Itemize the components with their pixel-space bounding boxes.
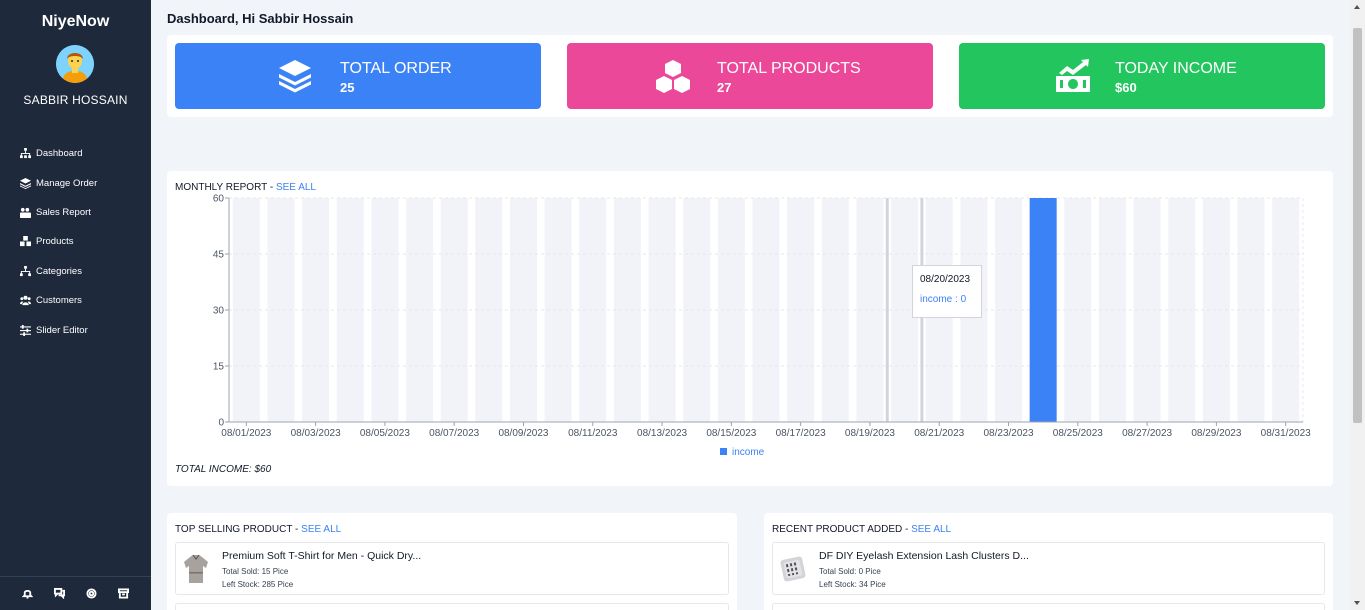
x-tick-label: 08/21/2023 <box>914 428 964 439</box>
sidebar-item-label: Slider Editor <box>36 324 88 336</box>
x-tick-label: 08/19/2023 <box>845 428 895 439</box>
top-selling-panel: TOP SELLING PRODUCT - SEE ALL Premium So… <box>167 513 737 610</box>
legend-label[interactable]: income <box>732 447 765 458</box>
product-name: Premium Soft T-Shirt for Men - Quick Dry… <box>222 550 422 562</box>
scrollbar-thumb[interactable] <box>1353 28 1362 423</box>
y-tick-label: 15 <box>213 362 225 373</box>
list-item[interactable]: Premium Soft T-Shirt for Men - Quick Dry… <box>175 542 729 595</box>
sidebar-item-label: Products <box>36 236 74 248</box>
sidebar-item-products[interactable]: Products <box>20 227 97 256</box>
sidebar-item-sales-report[interactable]: Sales Report <box>20 198 97 227</box>
stat-value: $60 <box>1115 80 1137 95</box>
x-tick-label: 08/01/2023 <box>221 428 271 439</box>
product-sold: Total Sold: 0 Pice <box>819 567 881 576</box>
avatar[interactable] <box>56 45 94 83</box>
cubes-icon <box>20 236 31 247</box>
y-tick-label: 60 <box>213 194 225 205</box>
sidebar-item-label: Customers <box>36 295 82 307</box>
stat-label: TOTAL ORDER <box>340 60 452 77</box>
stat-card-total-order[interactable]: TOTAL ORDER 25 <box>175 43 541 109</box>
x-tick-label: 08/09/2023 <box>498 428 548 439</box>
stats-panel: TOTAL ORDER 25 TOTAL PRODUCTS 27 TODAY I… <box>167 35 1333 117</box>
cubes-icon <box>656 60 690 93</box>
user-name: SABBIR HOSSAIN <box>23 93 128 107</box>
y-tick-label: 0 <box>218 418 224 429</box>
sliders-icon <box>20 324 31 336</box>
chat-icon[interactable] <box>54 588 66 599</box>
x-tick-label: 08/13/2023 <box>637 428 687 439</box>
x-tick-label: 08/27/2023 <box>1122 428 1172 439</box>
see-all-link[interactable]: SEE ALL <box>301 524 341 535</box>
product-thumbnail <box>184 554 208 583</box>
layers-icon <box>279 60 311 93</box>
page-scrollbar[interactable] <box>1350 0 1365 610</box>
monthly-report-panel: MONTHLY REPORT - SEE ALL 0 15 30 45 60 08/01/… <box>167 171 1333 486</box>
sidebar-item-customers[interactable]: Customers <box>20 286 97 315</box>
x-tick-label: 08/05/2023 <box>360 428 410 439</box>
scroll-down-arrow-icon[interactable] <box>1354 601 1360 605</box>
x-tick-label: 08/25/2023 <box>1053 428 1103 439</box>
monthly-income-chart[interactable]: 0 15 30 45 60 08/01/2023 08/03/2023 08/05/2023 0… <box>167 171 1333 463</box>
stat-card-total-products[interactable]: TOTAL PRODUCTS 27 <box>567 43 933 109</box>
product-name: DF DIY Eyelash Extension Lash Clusters D… <box>819 550 1029 562</box>
money-growth-icon <box>1056 59 1090 92</box>
stat-value: 27 <box>717 80 732 95</box>
stat-card-today-income[interactable]: TODAY INCOME $60 <box>959 43 1325 109</box>
page-title: Dashboard, Hi Sabbir Hossain <box>167 11 354 26</box>
sidebar-item-manage-order[interactable]: Manage Order <box>20 168 97 197</box>
users-icon <box>20 295 31 306</box>
product-sold: Total Sold: 15 Pice <box>222 567 289 576</box>
tooltip-value: income : 0 <box>920 294 967 305</box>
bell-icon[interactable] <box>22 588 34 599</box>
x-tick-label: 08/31/2023 <box>1261 428 1311 439</box>
product-thumbnail <box>780 556 806 582</box>
product-stock: Left Stock: 34 Pice <box>819 580 886 589</box>
sidebar-item-label: Manage Order <box>36 177 98 189</box>
sidebar-nav: Dashboard Manage Order Sales Report Prod… <box>20 139 97 345</box>
sidebar: NiyeNow SABBIR HOSSAIN Dashboard Manage … <box>0 0 151 610</box>
x-tick-label: 08/07/2023 <box>429 428 479 439</box>
hierarchy-icon <box>20 265 31 276</box>
top-selling-title: TOP SELLING PRODUCT - SEE ALL <box>175 524 342 535</box>
product-stock: Left Stock: 285 Pice <box>222 580 294 589</box>
tooltip-date: 08/20/2023 <box>920 274 971 285</box>
total-income-label: TOTAL INCOME: $60 <box>175 464 272 475</box>
layers-icon <box>20 177 31 189</box>
recent-products-panel: RECENT PRODUCT ADDED - SEE ALL DF DIY Ey… <box>764 513 1333 610</box>
legend-swatch[interactable] <box>720 448 727 455</box>
sidebar-item-label: Sales Report <box>36 206 91 218</box>
y-tick-label: 45 <box>213 250 225 261</box>
x-tick-label: 08/03/2023 <box>291 428 341 439</box>
report-icon <box>20 207 31 218</box>
sidebar-item-slider-editor[interactable]: Slider Editor <box>20 315 97 344</box>
sitemap-icon <box>20 148 31 159</box>
list-item[interactable] <box>772 603 1325 610</box>
y-tick-label: 30 <box>213 306 225 317</box>
brand-logo[interactable]: NiyeNow <box>0 13 151 31</box>
x-tick-label: 08/11/2023 <box>568 428 618 439</box>
stat-label: TOTAL PRODUCTS <box>717 60 861 77</box>
stat-value: 25 <box>340 80 355 95</box>
chart-tooltip: 08/20/2023 income : 0 <box>912 265 982 318</box>
sidebar-item-dashboard[interactable]: Dashboard <box>20 139 97 168</box>
list-item[interactable] <box>175 603 729 610</box>
sidebar-item-label: Dashboard <box>36 148 83 160</box>
recent-products-title: RECENT PRODUCT ADDED - SEE ALL <box>772 524 952 535</box>
archive-icon[interactable] <box>117 588 129 599</box>
stat-label: TODAY INCOME <box>1115 60 1237 77</box>
x-tick-label: 08/15/2023 <box>706 428 756 439</box>
see-all-link[interactable]: SEE ALL <box>911 524 951 535</box>
settings-icon[interactable] <box>86 588 97 599</box>
scroll-up-arrow-icon[interactable] <box>1354 5 1360 9</box>
sidebar-item-categories[interactable]: Categories <box>20 257 97 286</box>
x-tick-label: 08/23/2023 <box>983 428 1033 439</box>
sidebar-footer <box>0 576 151 610</box>
x-tick-label: 08/29/2023 <box>1191 428 1241 439</box>
sidebar-item-label: Categories <box>36 265 82 277</box>
hover-cursor-left <box>885 198 889 422</box>
income-bar[interactable] <box>1029 198 1057 422</box>
x-tick-label: 08/17/2023 <box>776 428 826 439</box>
list-item[interactable]: DF DIY Eyelash Extension Lash Clusters D… <box>772 542 1325 595</box>
